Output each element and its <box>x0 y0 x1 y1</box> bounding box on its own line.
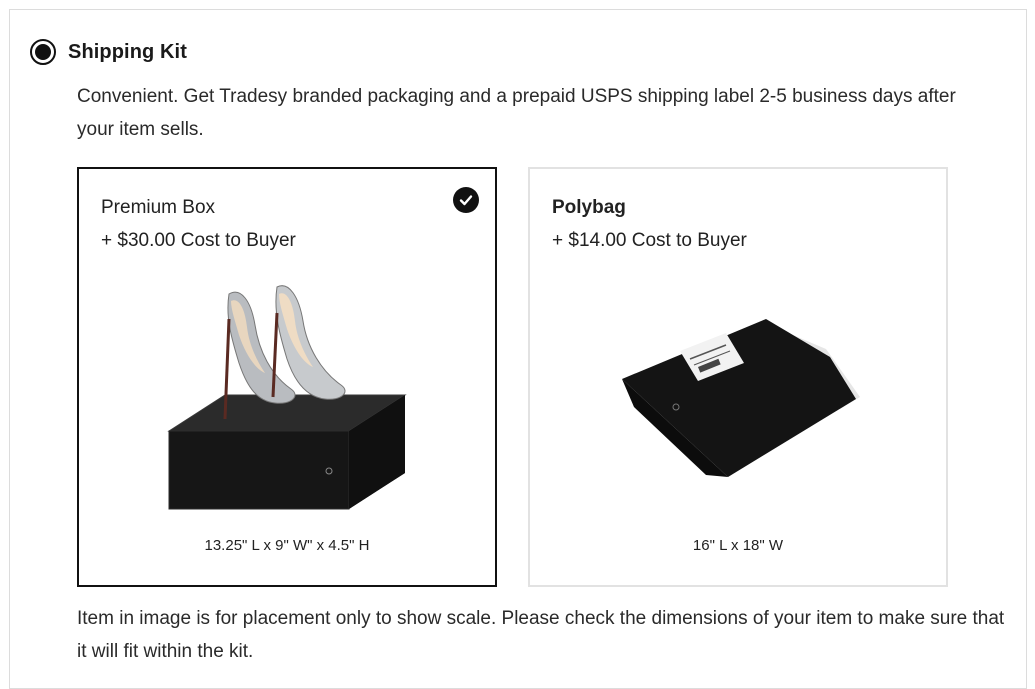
polybag-cost: + $14.00 Cost to Buyer <box>552 230 747 251</box>
radio-selected-dot <box>35 44 51 60</box>
premium-box-card[interactable]: Premium Box + $30.00 Cost to Buyer 13.25… <box>77 167 497 587</box>
shipping-kit-radio[interactable] <box>30 39 56 65</box>
polybag-name: Polybag <box>552 197 626 218</box>
premium-box-cost: + $30.00 Cost to Buyer <box>101 230 296 251</box>
shipping-kit-description: Convenient. Get Tradesy branded packagin… <box>77 86 956 140</box>
polybag-card[interactable]: Polybag + $14.00 Cost to Buyer 16" L x 1… <box>528 167 948 587</box>
polybag-image <box>622 319 860 477</box>
check-icon <box>453 187 479 213</box>
placement-footnote: Item in image is for placement only to s… <box>77 608 1005 662</box>
shipping-kit-title: Shipping Kit <box>68 40 187 63</box>
premium-box-dimensions: 13.25" L x 9" W" x 4.5" H <box>204 537 370 554</box>
premium-box-name: Premium Box <box>101 197 216 218</box>
premium-box-image <box>167 285 407 510</box>
polybag-dimensions: 16" L x 18" W <box>692 537 784 554</box>
shipping-kit-option[interactable]: Shipping Kit <box>30 39 187 65</box>
